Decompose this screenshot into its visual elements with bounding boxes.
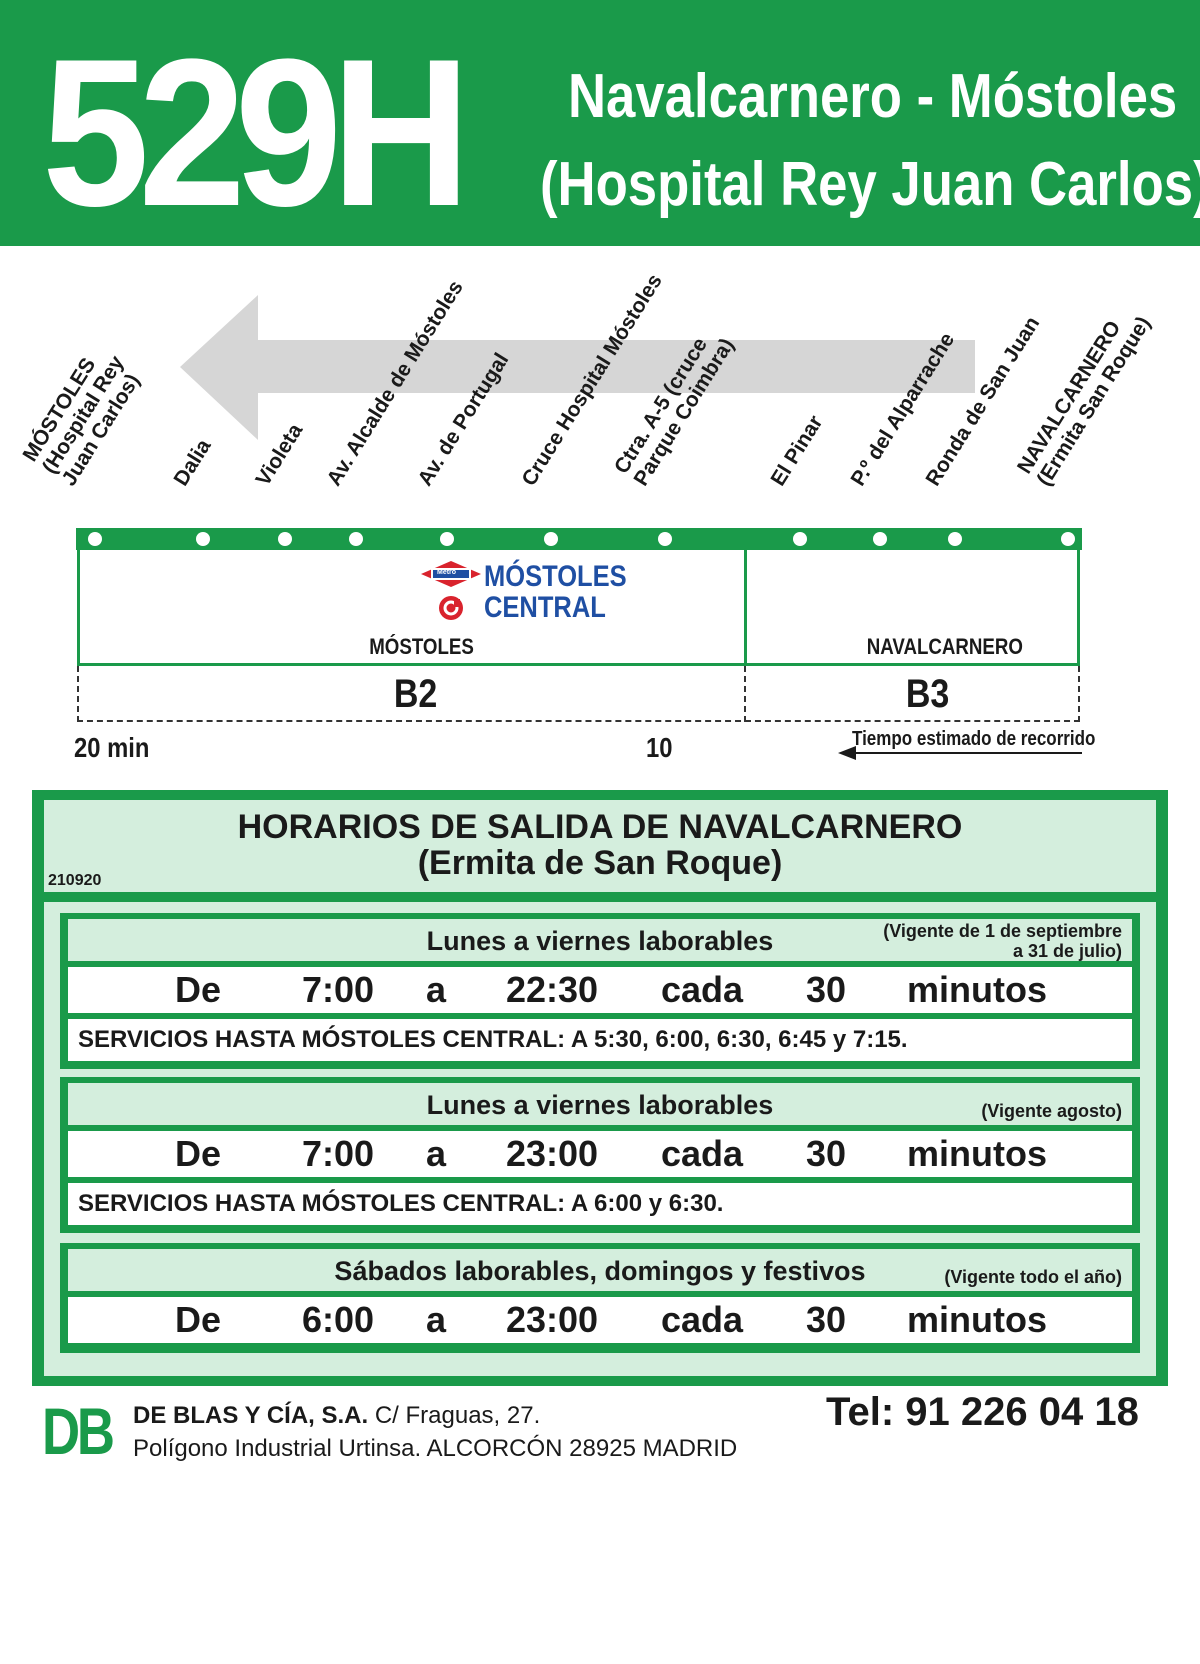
schedule-every: 30 <box>806 969 847 1010</box>
interchange-line2: CENTRAL <box>484 591 606 624</box>
schedule-validity-line: (Vigente todo el año) <box>944 1267 1122 1287</box>
phone-number: Tel: 91 226 04 18 <box>826 1390 1139 1434</box>
stop-dot <box>88 532 102 546</box>
fare-divider <box>744 666 746 722</box>
schedule-validity-line: (Vigente agosto) <box>981 1101 1122 1121</box>
stop-dot <box>349 532 363 546</box>
schedule-extra-row: SERVICIOS HASTA MÓSTOLES CENTRAL: A 6:00… <box>68 1183 1132 1225</box>
stop-dot <box>278 532 292 546</box>
schedule-days-row: Lunes a viernes laborables (Vigente de 1 … <box>68 919 1132 961</box>
stop-dot <box>873 532 887 546</box>
schedule-to-word: a <box>426 1133 447 1174</box>
metro-badge-text: Metro <box>437 569 457 576</box>
zone-divider <box>744 550 747 666</box>
stop-dot <box>1061 532 1075 546</box>
schedule-to-word: a <box>426 969 447 1010</box>
zone-right-town: NAVALCARNERO <box>866 634 1023 659</box>
schedule-from-word: De <box>175 1133 222 1174</box>
schedule-validity: (Vigente agosto) <box>981 1101 1122 1121</box>
schedule-every-word: cada <box>661 1133 744 1174</box>
company-street: C/ Fraguas, 27. <box>374 1402 541 1429</box>
stop-dot <box>440 532 454 546</box>
schedule-unit: minutos <box>907 1133 1047 1174</box>
schedule-from-word: De <box>175 1299 222 1340</box>
schedule-days-row: Sábados laborables, domingos y festivos (… <box>68 1249 1132 1291</box>
stop-label: MÓSTOLES (Hospital Rey Juan Carlos) <box>18 340 148 490</box>
schedule-days: Sábados laborables, domingos y festivos <box>334 1256 866 1286</box>
schedule-every: 30 <box>806 1299 847 1340</box>
schedule-validity: (Vigente de 1 de septiembre a 31 de julio… <box>883 921 1122 961</box>
schedule-validity-line: a 31 de julio) <box>1012 941 1122 961</box>
company-name: DE BLAS Y CÍA, S.A. <box>133 1402 369 1429</box>
travel-time-start: 20 min <box>74 732 150 763</box>
stop-dot <box>948 532 962 546</box>
schedule-every: 30 <box>806 1133 847 1174</box>
stop-label: Dalia <box>169 435 215 490</box>
schedule-extra-services: SERVICIOS HASTA MÓSTOLES CENTRAL: A 6:00… <box>78 1190 724 1217</box>
timetable-subtitle: (Ermita de San Roque) <box>417 844 783 882</box>
schedule-from: 7:00 <box>302 1133 375 1174</box>
schedule-block: Lunes a viernes laborables (Vigente agost… <box>60 1077 1140 1233</box>
schedule-to: 23:00 <box>506 1133 599 1174</box>
stop-label-line: Dalia <box>169 435 216 490</box>
route-name-line1: Navalcarnero - Móstoles <box>568 62 1178 131</box>
schedule-to: 22:30 <box>506 969 599 1010</box>
stop-dot <box>544 532 558 546</box>
schedule-to: 23:00 <box>506 1299 599 1340</box>
schedule-frequency-row: De 7:00 a 23:00 cada 30 minutos <box>68 1131 1132 1177</box>
route-number: 529H <box>42 15 471 250</box>
schedule-frequency-row: De 7:00 a 22:30 cada 30 minutos <box>68 967 1132 1013</box>
schedule-from-word: De <box>175 969 222 1010</box>
company-address-line2: Polígono Industrial Urtinsa. ALCORCÓN 28… <box>133 1435 738 1462</box>
schedule-extra-services: SERVICIOS HASTA MÓSTOLES CENTRAL: A 5:30… <box>78 1026 908 1053</box>
stop-dot <box>196 532 210 546</box>
travel-time-arrow-icon <box>838 746 1082 760</box>
timetable-title: HORARIOS DE SALIDA DE NAVALCARNERO <box>237 808 963 846</box>
schedule-days: Lunes a viernes laborables <box>426 1090 774 1120</box>
fare-zone-right: B3 <box>905 672 950 716</box>
schedule-unit: minutos <box>907 1299 1047 1340</box>
stop-dot <box>793 532 807 546</box>
company-address-line1: DE BLAS Y CÍA, S.A. C/ Fraguas, 27. <box>133 1402 540 1430</box>
route-line <box>76 528 1082 550</box>
schedule-extra-row: SERVICIOS HASTA MÓSTOLES CENTRAL: A 5:30… <box>68 1019 1132 1061</box>
company-logo: DB <box>42 1394 115 1468</box>
route-name-line2: (Hospital Rey Juan Carlos) <box>540 150 1200 219</box>
zone-left-town: MÓSTOLES <box>369 634 474 659</box>
stop-dot <box>658 532 672 546</box>
schedule-block: Sábados laborables, domingos y festivos (… <box>60 1243 1140 1353</box>
schedule-from: 7:00 <box>302 969 375 1010</box>
schedule-to-word: a <box>426 1299 447 1340</box>
schedule-validity: (Vigente todo el año) <box>944 1267 1122 1287</box>
interchange-line1: MÓSTOLES <box>484 560 627 593</box>
fare-zone-left: B2 <box>393 672 438 716</box>
cercanias-logo-icon <box>439 596 463 620</box>
schedule-frequency-row: De 6:00 a 23:00 cada 30 minutos <box>68 1297 1132 1343</box>
schedule-days-row: Lunes a viernes laborables (Vigente agost… <box>68 1083 1132 1125</box>
schedule-unit: minutos <box>907 969 1047 1010</box>
travel-time-mid: 10 <box>646 732 673 763</box>
schedule-every-word: cada <box>661 1299 744 1340</box>
schedule-days: Lunes a viernes laborables <box>426 926 774 956</box>
timetable-code: 210920 <box>48 872 102 889</box>
schedule-validity-line: (Vigente de 1 de septiembre <box>883 921 1122 941</box>
schedule-every-word: cada <box>661 969 744 1010</box>
schedule-block: Lunes a viernes laborables (Vigente de 1 … <box>60 913 1140 1069</box>
schedule-from: 6:00 <box>302 1299 375 1340</box>
